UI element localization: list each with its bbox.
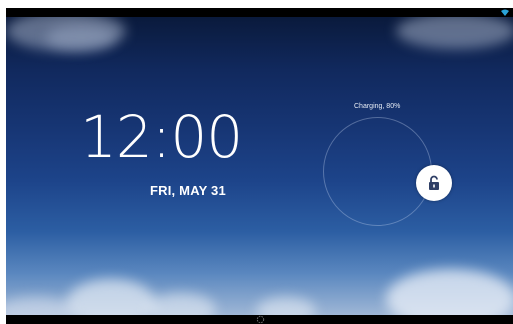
cloud-top-right — [396, 17, 513, 49]
lockscreen-wallpaper: 12:00 FRI, MAY 31 Charging, 80% — [6, 17, 513, 315]
wifi-icon — [501, 9, 509, 16]
device-screen: 12:00 FRI, MAY 31 Charging, 80% — [6, 8, 513, 324]
charging-status: Charging, 80% — [354, 103, 401, 110]
cloud-bottom-center — [256, 297, 316, 315]
unlock-button[interactable] — [416, 165, 452, 201]
cloud-top-left-2 — [46, 25, 116, 51]
screenshot-frame: 12:00 FRI, MAY 31 Charging, 80% — [0, 0, 513, 324]
unlock-icon — [429, 175, 439, 190]
cloud-bottom-mid — [146, 293, 216, 315]
status-bar — [6, 8, 513, 17]
cloud-bottom-left — [66, 279, 156, 315]
unlock-ring — [323, 117, 432, 226]
home-icon[interactable] — [256, 315, 265, 324]
lockscreen-date: FRI, MAY 31 — [150, 183, 226, 198]
lockscreen-clock: 12:00 — [80, 103, 243, 171]
navigation-bar — [6, 315, 513, 324]
cloud-bottom-right — [386, 269, 513, 315]
